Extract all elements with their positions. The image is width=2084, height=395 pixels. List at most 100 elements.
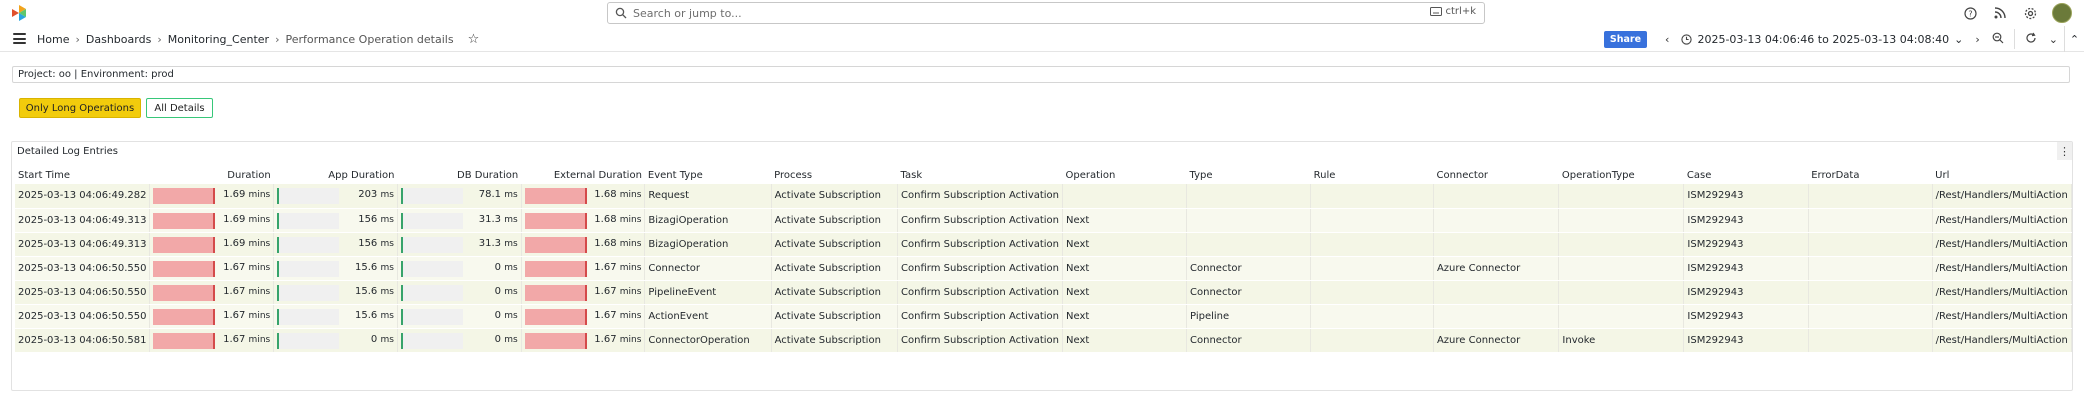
star-icon[interactable]: ☆ [468,32,480,47]
col-app-duration[interactable]: App Duration [274,167,398,184]
operation-cell: Next [1062,304,1188,329]
help-icon[interactable]: ? [1962,5,1978,21]
breadcrumb: Home › Dashboards › Monitoring_Center › … [37,32,479,47]
external-duration-cell: 1.68 mins [521,184,646,209]
col-case[interactable]: Case [1684,167,1808,184]
time-range-picker[interactable]: 2025-03-13 04:06:46 to 2025-03-13 04:08:… [1675,33,1969,46]
duration-gauge [153,332,216,349]
col-operation-type[interactable]: OperationType [1559,167,1684,184]
avatar[interactable] [2052,3,2072,23]
breadcrumb-separator: › [157,33,162,46]
rule-cell [1310,328,1434,353]
process-cell: Activate Subscription [771,184,899,209]
collapse-icon[interactable]: ⌃ [2064,26,2084,52]
rule-cell [1310,256,1434,281]
db-duration-cell: 0 ms [397,304,522,329]
error-data-cell [1808,232,1933,257]
task-cell: Confirm Subscription Activation [897,208,1064,233]
rss-icon[interactable] [1992,5,2008,21]
external-duration-value: 1.68 mins [594,213,642,225]
external-duration-gauge-fill [524,236,587,253]
search-icon [615,7,627,19]
operation-cell [1062,184,1188,209]
chevron-left-icon[interactable]: ‹ [1659,33,1675,46]
col-external-duration[interactable]: External Duration [521,167,645,184]
col-duration[interactable]: Duration [150,167,274,184]
app-duration-gauge-fill [277,236,280,253]
external-duration-cell: 1.67 mins [521,280,646,305]
db-duration-value: 78.1 ms [478,189,518,200]
process-cell: Activate Subscription [771,328,899,353]
table-row[interactable]: 2025-03-13 04:06:50.550 1.67 mins 15.6 m… [15,280,2073,305]
col-rule[interactable]: Rule [1311,167,1434,184]
col-operation[interactable]: Operation [1063,167,1187,184]
table-row[interactable]: 2025-03-13 04:06:49.282 1.69 mins 203 ms… [15,184,2073,209]
type-cell [1186,184,1312,209]
table-row[interactable]: 2025-03-13 04:06:49.313 1.69 mins 156 ms… [15,232,2073,257]
url-cell: /Rest/Handlers/MultiAction [1932,256,2073,281]
breadcrumb-dashboards[interactable]: Dashboards [86,33,151,46]
db-duration-gauge [400,212,463,229]
refresh-icon[interactable] [2019,32,2043,47]
logo-icon[interactable] [12,5,26,21]
table-row[interactable]: 2025-03-13 04:06:50.550 1.67 mins 15.6 m… [15,256,2073,281]
breadcrumb-home[interactable]: Home [37,33,69,46]
db-duration-cell: 31.3 ms [397,232,522,257]
menu-icon[interactable] [13,33,26,44]
case-cell: ISM292943 [1683,184,1809,209]
panel-menu-icon[interactable]: ⋮ [2057,142,2072,160]
db-duration-gauge [400,188,463,204]
event-type-cell: BizagiOperation [644,208,772,233]
col-db-duration[interactable]: DB Duration [397,167,521,184]
external-duration-cell: 1.68 mins [521,232,646,257]
url-cell: /Rest/Handlers/MultiAction [1932,184,2073,209]
operation-type-cell [1558,304,1685,329]
duration-value: 1.67 mins [223,285,271,297]
url-cell: /Rest/Handlers/MultiAction [1932,304,2073,329]
error-data-cell [1808,328,1933,353]
gear-icon[interactable] [2022,5,2038,21]
duration-cell: 1.67 mins [149,256,275,281]
db-duration-cell: 78.1 ms [397,184,522,209]
type-cell: Pipeline [1186,304,1312,329]
operation-cell: Next [1062,256,1188,281]
col-connector[interactable]: Connector [1433,167,1558,184]
url-cell: /Rest/Handlers/MultiAction [1932,280,2073,305]
external-duration-value: 1.67 mins [594,333,642,345]
breadcrumb-folder[interactable]: Monitoring_Center [168,33,269,46]
connector-cell [1433,280,1560,305]
duration-value: 1.69 mins [223,237,271,249]
share-button[interactable]: Share [1603,30,1648,48]
col-error-data[interactable]: ErrorData [1808,167,1932,184]
case-cell: ISM292943 [1683,256,1809,281]
duration-cell: 1.69 mins [149,208,275,233]
col-url[interactable]: Url [1932,167,2071,184]
col-process[interactable]: Process [771,167,897,184]
table-row[interactable]: 2025-03-13 04:06:50.581 1.67 mins 0 ms 0… [15,328,2073,353]
all-details-button[interactable]: All Details [146,98,213,118]
db-duration-value: 0 ms [494,285,518,297]
table-row[interactable]: 2025-03-13 04:06:49.313 1.69 mins 156 ms… [15,208,2073,233]
table-row[interactable]: 2025-03-13 04:06:50.550 1.67 mins 15.6 m… [15,304,2073,329]
zoom-out-icon[interactable] [1986,32,2010,47]
app-duration-gauge [277,188,340,204]
chevron-right-icon[interactable]: › [1969,33,1985,46]
project-environment-text: Project: oo | Environment: prod [12,66,2070,83]
start-time-cell: 2025-03-13 04:06:50.550 [15,304,151,329]
refresh-interval-chevron-down-icon[interactable]: ⌄ [2043,33,2064,46]
duration-gauge [153,212,216,229]
search-input[interactable]: Search or jump to... ctrl+k [607,2,1485,24]
col-start-time[interactable]: Start Time [15,167,150,184]
only-long-operations-button[interactable]: Only Long Operations [19,98,141,118]
case-cell: ISM292943 [1683,208,1809,233]
col-task[interactable]: Task [898,167,1063,184]
db-duration-gauge-fill [400,284,403,301]
duration-gauge-fill [153,188,216,204]
db-duration-cell: 0 ms [397,256,522,281]
duration-gauge [153,236,216,253]
col-event-type[interactable]: Event Type [645,167,771,184]
error-data-cell [1808,208,1933,233]
col-type[interactable]: Type [1187,167,1311,184]
db-duration-gauge [400,284,463,301]
operation-cell: Next [1062,280,1188,305]
